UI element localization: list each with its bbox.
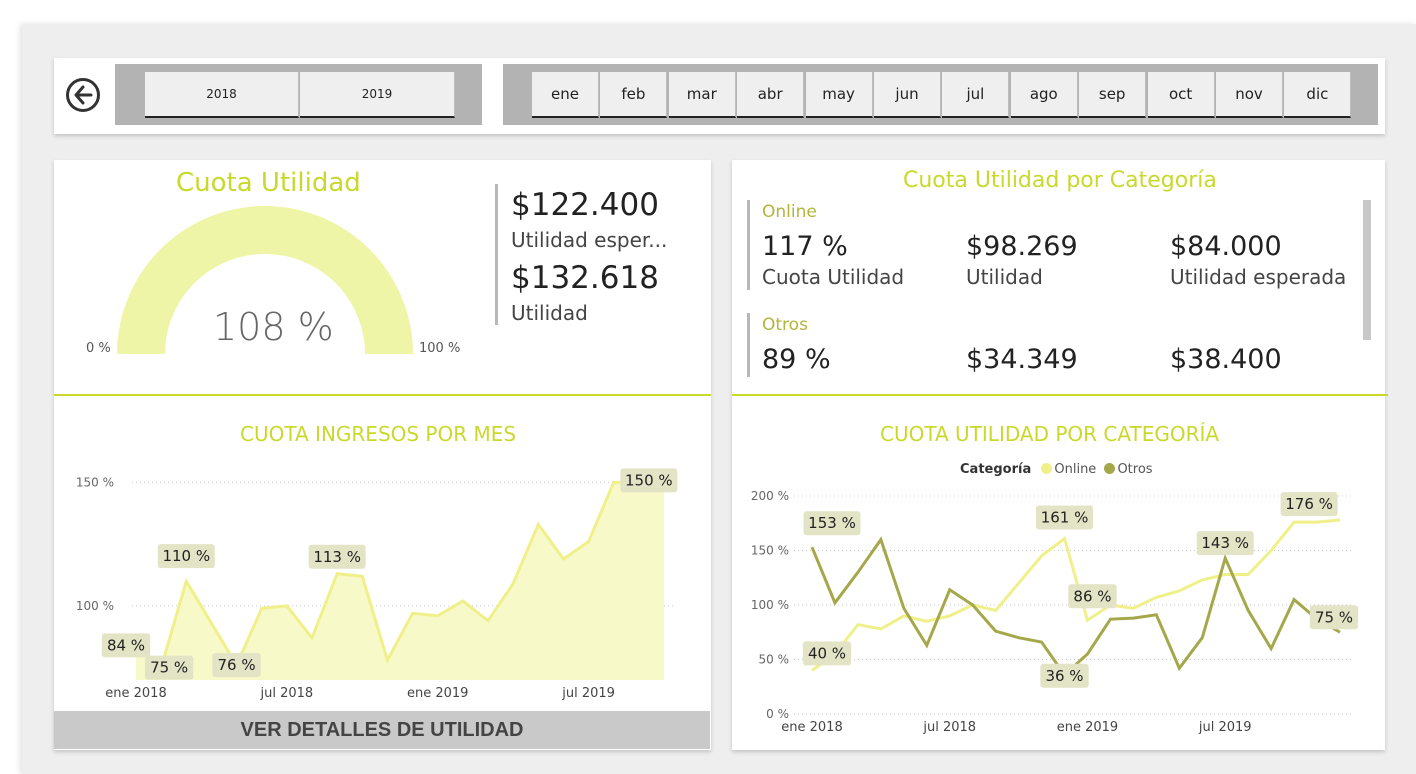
x-tick-label: jul 2019 bbox=[1198, 720, 1252, 735]
otros-divider bbox=[747, 313, 750, 377]
x-tick-label: ene 2018 bbox=[781, 720, 842, 735]
online-label: Online bbox=[762, 202, 817, 222]
x-tick-label: jul 2018 bbox=[260, 686, 314, 701]
x-tick-label: ene 2018 bbox=[105, 686, 166, 701]
online-utilidad-value: $98.269 bbox=[966, 231, 1078, 262]
x-tick-label: ene 2019 bbox=[407, 686, 468, 701]
gauge-title: Cuota Utilidad bbox=[176, 168, 361, 198]
month-button-dic[interactable]: dic bbox=[1284, 72, 1352, 118]
y-tick-label: 150 % bbox=[76, 475, 114, 489]
x-tick-label: jul 2019 bbox=[561, 686, 615, 701]
otros-esperada-value: $38.400 bbox=[1170, 344, 1282, 375]
data-label: 150 % bbox=[625, 471, 673, 489]
online-esperada-label: Utilidad esperada bbox=[1170, 265, 1347, 289]
month-button-ene[interactable]: ene bbox=[532, 72, 599, 118]
y-tick-label: 150 % bbox=[751, 544, 789, 558]
online-cuota-label: Cuota Utilidad bbox=[762, 265, 905, 289]
month-button-jun[interactable]: jun bbox=[874, 72, 941, 118]
month-button-mar[interactable]: mar bbox=[668, 72, 736, 118]
accent-divider-left bbox=[54, 394, 711, 396]
actual-profit-value: $132.618 bbox=[511, 260, 659, 296]
y-tick-label: 200 % bbox=[751, 489, 789, 503]
data-label: 84 % bbox=[107, 636, 145, 654]
x-tick-label: ene 2019 bbox=[1057, 720, 1118, 735]
data-label: 75 % bbox=[1315, 608, 1353, 626]
back-arrow-icon[interactable] bbox=[66, 78, 100, 112]
gauge-value: 108 % bbox=[213, 305, 334, 349]
x-tick-label: jul 2018 bbox=[922, 720, 976, 735]
month-button-nov[interactable]: nov bbox=[1216, 72, 1283, 118]
gauge-min-label: 0 % bbox=[86, 341, 111, 356]
data-label: 176 % bbox=[1285, 495, 1333, 513]
expected-profit-label: Utilidad esper... bbox=[511, 228, 668, 252]
accent-divider-right bbox=[732, 394, 1388, 396]
month-button-sep[interactable]: sep bbox=[1079, 72, 1147, 118]
year-button-2019[interactable]: 2019 bbox=[300, 72, 455, 118]
month-button-abr[interactable]: abr bbox=[737, 72, 805, 118]
actual-profit-label: Utilidad bbox=[511, 301, 588, 325]
data-label: 110 % bbox=[162, 547, 210, 565]
online-utilidad-label: Utilidad bbox=[966, 265, 1043, 289]
y-tick-label: 100 % bbox=[76, 599, 114, 613]
category-scrollbar[interactable] bbox=[1363, 200, 1371, 340]
online-divider bbox=[747, 200, 750, 290]
month-button-feb[interactable]: feb bbox=[600, 72, 668, 118]
kpi-divider bbox=[495, 184, 498, 325]
data-label: 161 % bbox=[1041, 509, 1089, 527]
year-slicer: 2018 2019 bbox=[115, 64, 482, 125]
y-tick-label: 50 % bbox=[759, 653, 790, 667]
month-button-may[interactable]: may bbox=[805, 72, 873, 118]
data-label: 76 % bbox=[218, 656, 256, 674]
ver-detalles-button[interactable]: VER DETALLES DE UTILIDAD bbox=[54, 711, 710, 749]
month-button-ago[interactable]: ago bbox=[1010, 72, 1078, 118]
online-cuota-value: 117 % bbox=[762, 231, 848, 262]
month-button-jul[interactable]: jul bbox=[942, 72, 1010, 118]
month-button-oct[interactable]: oct bbox=[1147, 72, 1215, 118]
expected-profit-value: $122.400 bbox=[511, 187, 659, 223]
y-tick-label: 100 % bbox=[751, 598, 789, 612]
data-label: 143 % bbox=[1201, 534, 1249, 552]
category-card-title: Cuota Utilidad por Categoría bbox=[903, 168, 1217, 193]
ingresos-chart: 150 % 100 % ene 2018 jul 2018 ene 2019 jul 20… bbox=[76, 468, 678, 701]
data-label: 113 % bbox=[313, 548, 361, 566]
online-esperada-value: $84.000 bbox=[1170, 231, 1282, 262]
area-fill bbox=[136, 482, 664, 680]
data-label: 153 % bbox=[808, 514, 856, 532]
data-label: 40 % bbox=[808, 644, 846, 662]
utilidad-chart: 200 % 150 % 100 % 50 % 0 %ene 2018 jul 2018 en… bbox=[751, 489, 1359, 735]
otros-cuota-value: 89 % bbox=[762, 344, 831, 375]
otros-label: Otros bbox=[762, 315, 808, 335]
gauge-max-label: 100 % bbox=[419, 341, 461, 356]
data-label: 75 % bbox=[150, 659, 188, 677]
data-label: 86 % bbox=[1073, 587, 1111, 605]
otros-utilidad-value: $34.349 bbox=[966, 344, 1078, 375]
y-tick-label: 0 % bbox=[766, 707, 789, 721]
year-button-2018[interactable]: 2018 bbox=[145, 72, 299, 118]
data-label: 36 % bbox=[1045, 667, 1083, 685]
month-slicer: ene feb mar abr may jun jul ago sep oct nov dic bbox=[503, 64, 1378, 125]
